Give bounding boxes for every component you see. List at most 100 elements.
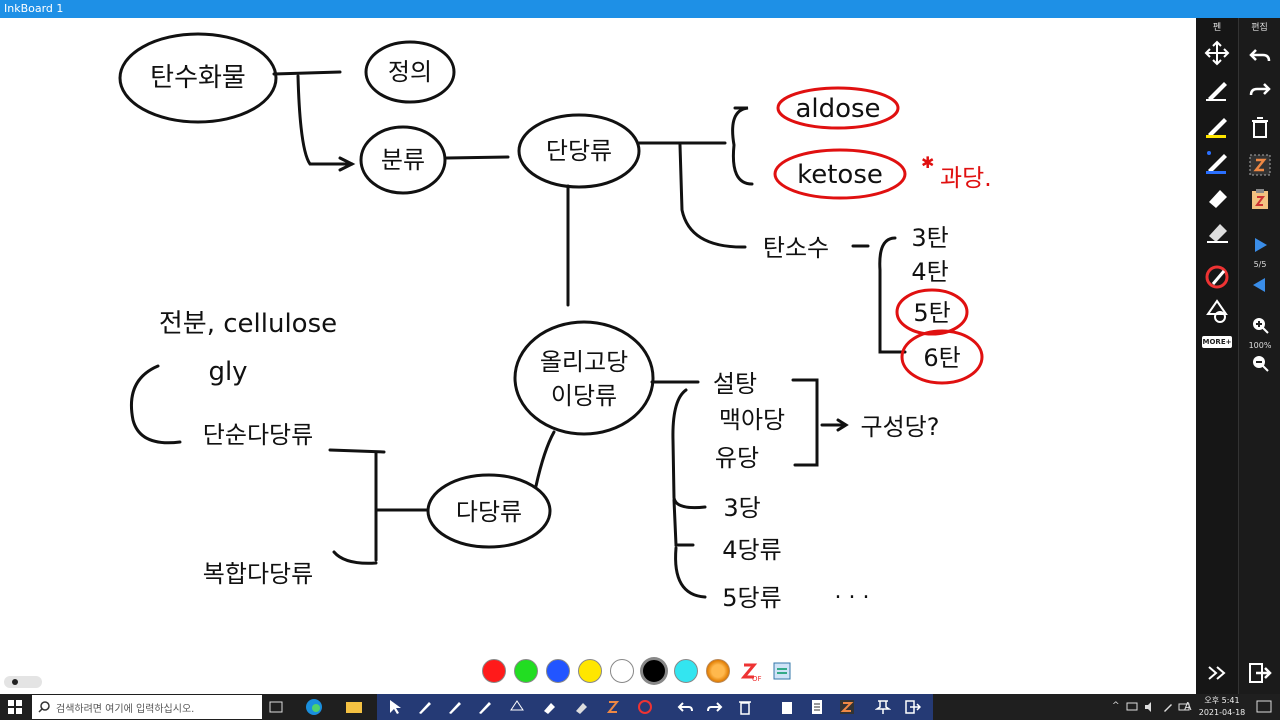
tb-logo-tool[interactable] — [599, 694, 627, 720]
label-c6: 6탄 — [923, 344, 960, 372]
folder-icon — [346, 702, 362, 713]
start-button[interactable] — [0, 694, 30, 720]
play-right-icon — [1255, 238, 1267, 252]
tb-pen-tool-2[interactable] — [441, 694, 469, 720]
trash-icon — [739, 701, 751, 715]
eraser-icon — [1209, 190, 1227, 208]
label-complex-poly: 복합다당류 — [203, 560, 313, 588]
pen-tool-blue[interactable] — [1201, 146, 1233, 176]
color-swatch-white[interactable] — [610, 659, 634, 683]
tb-undo[interactable] — [671, 694, 699, 720]
edit-panel-title: 편집 — [1251, 23, 1268, 33]
redo-icon — [707, 702, 723, 712]
color-swatch-cyan[interactable] — [674, 659, 698, 683]
zoom-in-button[interactable] — [1244, 310, 1276, 340]
pen-off-icon[interactable]: OFF — [738, 659, 762, 683]
tb-pen-tool-3[interactable] — [471, 694, 499, 720]
tb-clipboard[interactable] — [773, 694, 801, 720]
shapes-icon — [1206, 299, 1228, 323]
label-examples: 전분, cellulose — [159, 309, 337, 339]
pen-tool-white[interactable] — [1201, 74, 1233, 104]
next-page-button[interactable] — [1244, 230, 1276, 260]
tb-delete[interactable] — [731, 694, 759, 720]
notification-icon[interactable] — [1256, 700, 1272, 714]
tb-redo[interactable] — [701, 694, 729, 720]
edge-button[interactable] — [300, 694, 328, 720]
redo-button[interactable] — [1244, 74, 1276, 104]
color-bar: OFF — [482, 656, 794, 686]
delete-button[interactable] — [1244, 112, 1276, 142]
label-aldose: aldose — [795, 94, 880, 124]
pen-panel: 펜 MORE+ — [1196, 18, 1238, 694]
move-tool[interactable] — [1201, 38, 1233, 68]
eraser-tool[interactable] — [1201, 182, 1233, 212]
highlighter-tool[interactable] — [1201, 110, 1233, 140]
board-settings-icon[interactable] — [770, 659, 794, 683]
capture-button[interactable] — [1244, 184, 1276, 214]
tb-app[interactable] — [833, 694, 861, 720]
label-trisaccharide: 3당 — [723, 494, 760, 522]
play-left-icon — [1253, 278, 1265, 292]
color-swatch-red[interactable] — [482, 659, 506, 683]
zoom-out-button[interactable] — [1244, 348, 1276, 378]
label-simple-poly: 단순다당류 — [203, 421, 313, 449]
eraser-icon — [576, 703, 587, 714]
tb-pin[interactable] — [869, 694, 897, 720]
task-view-button[interactable] — [262, 694, 290, 720]
prev-page-button[interactable] — [1244, 270, 1276, 300]
label-c3: 3탄 — [911, 224, 948, 252]
pen-input-icon[interactable] — [1162, 701, 1174, 713]
tb-shape-tool[interactable] — [503, 694, 531, 720]
color-swatch-black[interactable] — [642, 659, 666, 683]
label-classification: 분류 — [381, 146, 425, 174]
tb-palette-tool[interactable] — [631, 694, 659, 720]
tb-pen-tool[interactable] — [411, 694, 439, 720]
tb-eraser-tool[interactable] — [535, 694, 563, 720]
label-disaccharide: 이당류 — [551, 382, 617, 410]
undo-button[interactable] — [1244, 40, 1276, 70]
taskbar: 검색하려면 여기에 입력하십시오. ^ A 오후 5:41 2021-04-18 — [0, 694, 1280, 720]
tb-exit[interactable] — [899, 694, 927, 720]
move-icon — [1204, 40, 1230, 66]
pen-panel-title: 펜 — [1212, 23, 1222, 33]
color-swatch-blue[interactable] — [546, 659, 570, 683]
page-indicator: 5/5 — [1253, 260, 1267, 269]
inkboard-logo-icon — [1249, 154, 1271, 176]
clipboard-icon — [782, 702, 792, 714]
canvas-scroll-handle[interactable] — [4, 676, 42, 688]
color-palette-tool[interactable] — [1201, 262, 1233, 292]
shape-tool[interactable] — [1201, 296, 1233, 326]
taskbar-search[interactable]: 검색하려면 여기에 입력하십시오. — [32, 695, 262, 719]
tray-chevron-icon[interactable]: ^ — [1112, 701, 1120, 711]
label-fruit-sugar: 과당. — [940, 164, 992, 192]
search-icon — [38, 701, 50, 713]
label-oligosaccharide: 올리고당 — [540, 348, 628, 376]
color-swatch-green[interactable] — [514, 659, 538, 683]
tb-eraser-tool-2[interactable] — [567, 694, 595, 720]
app-logo-button[interactable] — [1244, 150, 1276, 180]
taskbar-clock[interactable]: 오후 5:41 2021-04-18 — [1196, 695, 1248, 719]
custom-color-button[interactable] — [706, 659, 730, 683]
input-language[interactable]: A — [1184, 700, 1192, 713]
inkboard-logo-icon — [606, 701, 620, 713]
label-ellipsis: . . . — [835, 579, 870, 604]
tb-cursor-tool[interactable] — [381, 694, 409, 720]
more-button[interactable]: MORE+ — [1202, 336, 1232, 348]
exit-icon — [1249, 663, 1272, 683]
file-explorer-button[interactable] — [340, 694, 368, 720]
volume-icon[interactable] — [1144, 701, 1156, 713]
label-maltose: 맥아당 — [719, 406, 785, 434]
whiteboard-canvas[interactable]: ✱ 탄수화물 정의 분류 단당류 aldose ketose 과당. 탄소수 3… — [0, 18, 1196, 694]
exit-button[interactable] — [1244, 658, 1276, 688]
color-swatch-yellow[interactable] — [578, 659, 602, 683]
collapse-panel-button[interactable] — [1201, 658, 1233, 688]
tb-document[interactable] — [803, 694, 831, 720]
cursor-icon — [390, 700, 401, 714]
network-icon[interactable] — [1126, 701, 1138, 713]
clear-eraser-tool[interactable] — [1201, 216, 1233, 246]
svg-text:OFF: OFF — [752, 675, 762, 683]
undo-icon — [677, 702, 693, 712]
label-carbon-count: 탄소수 — [763, 234, 829, 262]
clipboard-icon — [1252, 189, 1268, 209]
undo-icon — [1249, 49, 1271, 62]
